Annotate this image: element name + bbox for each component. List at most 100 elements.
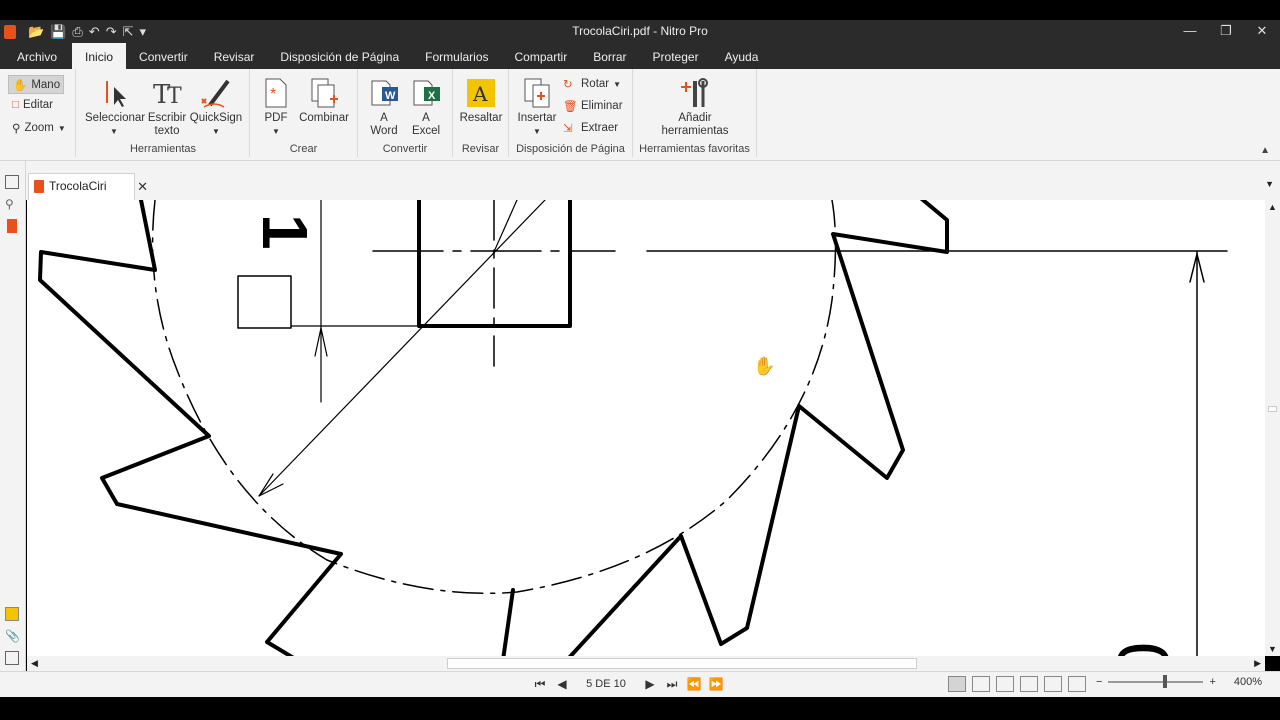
- vertical-scrollbar[interactable]: ▲ ▼: [1265, 200, 1280, 656]
- to-word-label-1: A: [380, 112, 388, 124]
- highlight-icon: A: [465, 77, 497, 109]
- tab-formularios[interactable]: Formularios: [412, 43, 501, 69]
- find-panel-icon[interactable]: ⚲: [5, 197, 19, 211]
- previous-page-icon[interactable]: ◀: [554, 676, 570, 692]
- scroll-up-icon[interactable]: ▲: [1268, 202, 1277, 212]
- scroll-right-icon[interactable]: ▶: [1254, 658, 1261, 669]
- trash-icon: 🗑: [563, 101, 578, 113]
- extract-button[interactable]: ⇲ Extraer: [563, 121, 618, 135]
- pdf-file-icon: *: [260, 77, 292, 109]
- select-button[interactable]: Seleccionar ▼: [85, 77, 145, 138]
- document-canvas[interactable]: 30 1 ✋: [27, 200, 1265, 656]
- hand-tool-button[interactable]: ✋ Mano: [8, 75, 64, 94]
- combine-button[interactable]: Combinar: [296, 77, 352, 125]
- add-tools-label-1: Añadir: [678, 112, 712, 124]
- close-icon[interactable]: ✕: [1244, 20, 1280, 43]
- to-excel-button[interactable]: X A Excel: [410, 77, 442, 138]
- window-title: TrocolaCiri.pdf - Nitro Pro: [572, 24, 708, 38]
- chevron-down-icon: ▼: [533, 127, 541, 136]
- excel-icon: X: [410, 77, 442, 109]
- quicksign-button[interactable]: QuickSign ▼: [189, 77, 243, 138]
- vertical-scroll-thumb[interactable]: [1268, 406, 1277, 412]
- zoom-out-icon[interactable]: −: [1096, 676, 1102, 688]
- scroll-down-icon[interactable]: ▼: [1268, 644, 1277, 654]
- horizontal-scrollbar[interactable]: ◀ ▶: [27, 656, 1265, 671]
- next-page-icon[interactable]: ▶: [642, 676, 658, 692]
- tab-compartir[interactable]: Compartir: [502, 43, 581, 69]
- svg-text:A: A: [472, 82, 488, 106]
- single-page-view-icon[interactable]: [948, 676, 966, 692]
- pages-panel-icon[interactable]: [5, 175, 19, 189]
- horizontal-scroll-thumb[interactable]: [447, 658, 917, 669]
- convert-group: W A Word X A Excel Convertir: [358, 69, 453, 157]
- previous-view-icon[interactable]: ⏪: [686, 676, 702, 692]
- tab-ayuda[interactable]: Ayuda: [712, 43, 772, 69]
- to-excel-label-2: Excel: [411, 125, 441, 137]
- tab-borrar[interactable]: Borrar: [580, 43, 639, 69]
- svg-text:T: T: [167, 84, 182, 109]
- facing-view-icon[interactable]: [996, 676, 1014, 692]
- close-tab-icon[interactable]: ✕: [137, 179, 148, 195]
- pdf-label: PDF: [264, 112, 288, 124]
- zoom-level[interactable]: 400%: [1234, 676, 1262, 688]
- type-text-icon: TT: [151, 77, 183, 110]
- menu-tabs: Archivo Inicio Convertir Revisar Disposi…: [0, 43, 1280, 69]
- pdf-button[interactable]: * PDF ▼: [260, 77, 292, 138]
- fit-width-icon[interactable]: [1068, 676, 1086, 692]
- zoom-slider[interactable]: [1108, 675, 1204, 688]
- add-tools-icon: [679, 77, 711, 109]
- tab-revisar[interactable]: Revisar: [201, 43, 268, 69]
- add-tools-button[interactable]: Añadir herramientas: [655, 77, 735, 138]
- screen-bottom-border: [0, 697, 1280, 720]
- minimize-icon[interactable]: —: [1172, 20, 1208, 43]
- tools-group: Seleccionar ▼ TT Escribir texto QuickSig…: [77, 69, 250, 157]
- scroll-left-icon[interactable]: ◀: [31, 658, 38, 669]
- chevron-down-icon: ▼: [613, 79, 622, 89]
- zoom-tool-button[interactable]: ⚲ Zoom ▼: [12, 121, 66, 135]
- tab-archivo[interactable]: Archivo: [0, 43, 72, 69]
- tab-convertir[interactable]: Convertir: [126, 43, 201, 69]
- drawing-label-one: 1: [249, 214, 321, 250]
- add-tools-label-2: herramientas: [661, 125, 729, 137]
- last-page-icon[interactable]: ⏭: [664, 676, 680, 692]
- continuous-view-icon[interactable]: [972, 676, 990, 692]
- next-view-icon[interactable]: ⏩: [708, 676, 724, 692]
- to-word-label-2: Word: [370, 125, 398, 137]
- chevron-down-icon: ▼: [57, 123, 66, 133]
- tab-inicio[interactable]: Inicio: [72, 43, 127, 69]
- delete-button[interactable]: 🗑 Eliminar: [563, 99, 623, 113]
- tab-proteger[interactable]: Proteger: [640, 43, 712, 69]
- to-excel-label-1: A: [422, 112, 430, 124]
- to-word-button[interactable]: W A Word: [368, 77, 400, 138]
- restore-icon[interactable]: ❐: [1208, 20, 1244, 43]
- zoom-in-icon[interactable]: +: [1209, 676, 1215, 688]
- page-indicator[interactable]: 5 DE 10: [576, 678, 636, 690]
- status-bar: ⏮ ◀ 5 DE 10 ▶ ⏭ ⏪ ⏩ − + 400%: [0, 671, 1280, 697]
- tab-disposicion[interactable]: Disposición de Página: [267, 43, 412, 69]
- rotate-button[interactable]: ↻ Rotar ▼: [563, 77, 621, 91]
- bookmarks-panel-icon[interactable]: [7, 219, 17, 233]
- create-group: * PDF ▼ Combinar Crear: [250, 69, 358, 157]
- document-tab[interactable]: TrocolaCiri ✕: [28, 173, 148, 200]
- chevron-down-icon: ▼: [272, 127, 280, 136]
- collapse-ribbon-icon[interactable]: ▲: [1260, 145, 1270, 156]
- attachments-panel-icon[interactable]: 📎: [5, 629, 20, 643]
- fit-page-icon[interactable]: [1044, 676, 1062, 692]
- delete-label: Eliminar: [581, 100, 623, 112]
- zoom-icon: ⚲: [12, 123, 21, 135]
- facing-continuous-view-icon[interactable]: [1020, 676, 1038, 692]
- tab-list-dropdown-icon[interactable]: ▼: [1265, 179, 1274, 189]
- comments-panel-icon[interactable]: [5, 607, 19, 621]
- highlight-button[interactable]: A Resaltar: [459, 77, 503, 125]
- type-text-button[interactable]: TT Escribir texto: [143, 77, 191, 138]
- svg-text:X: X: [428, 90, 436, 102]
- output-panel-icon[interactable]: [5, 651, 19, 665]
- zoom-slider-knob[interactable]: [1163, 675, 1168, 688]
- combine-label: Combinar: [299, 112, 349, 124]
- edit-tool-button[interactable]: □ Editar: [12, 99, 53, 111]
- first-page-icon[interactable]: ⏮: [532, 676, 548, 692]
- insert-button[interactable]: Insertar ▼: [515, 77, 559, 138]
- document-tabs: TrocolaCiri ✕ ▼: [26, 161, 1280, 200]
- page-layout-group-name: Disposición de Página: [516, 143, 625, 155]
- type-text-label-2: texto: [154, 125, 180, 137]
